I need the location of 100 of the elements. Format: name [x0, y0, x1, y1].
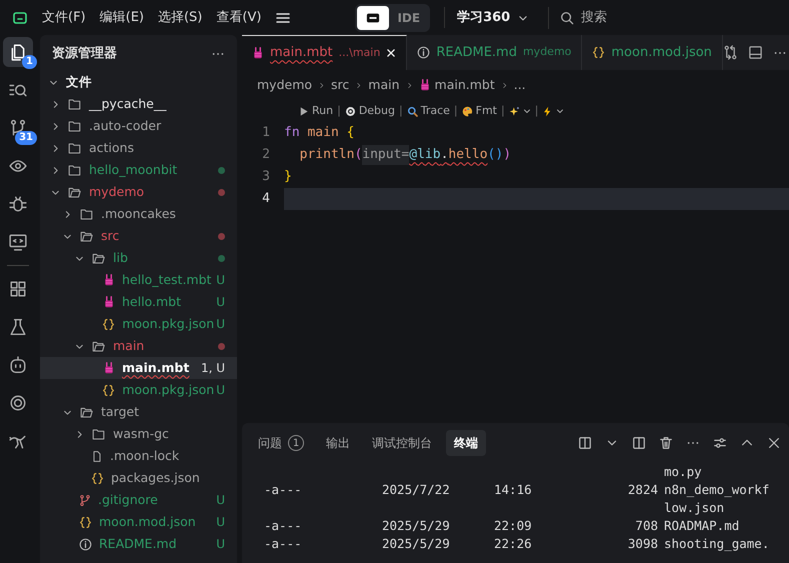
rabbit-icon [252, 46, 264, 60]
line-number: 3 [261, 168, 271, 186]
breadcrumb-item[interactable]: main.mbt [418, 76, 495, 94]
separator: | [534, 102, 538, 119]
breadcrumb-item[interactable]: mydemo [257, 76, 312, 94]
editor-tab[interactable]: main.mbt ...\main [242, 35, 408, 70]
chevron-right-icon [406, 80, 413, 90]
breadcrumb-item[interactable]: src [331, 76, 350, 94]
terminal-text: shooting_game. [664, 535, 770, 553]
breadcrumb-item[interactable]: ... [514, 76, 526, 94]
tree-item[interactable]: .gitignore U [40, 489, 237, 511]
folder-icon [91, 428, 106, 440]
tree-item[interactable]: packages.json [40, 467, 237, 489]
menu-item[interactable]: 查看(V) [216, 8, 262, 28]
breadcrumb-item[interactable]: main [368, 76, 400, 94]
tree-item[interactable]: target [40, 401, 237, 423]
sparkle-icon [508, 106, 520, 116]
tree-item[interactable]: main.mbt 1, U [40, 357, 237, 379]
robot-icon [9, 356, 27, 374]
tree-item[interactable]: moon.pkg.json U [40, 313, 237, 335]
panel-title: 资源管理器 [52, 45, 117, 64]
separator: | [337, 102, 341, 119]
close-icon[interactable] [767, 436, 781, 450]
braces-icon [592, 46, 606, 59]
tree-item[interactable]: actions [40, 137, 237, 159]
section-header[interactable]: 文件 [40, 71, 237, 93]
tree-item[interactable]: README.md U [40, 533, 237, 555]
code-lens-action[interactable]: Trace [406, 102, 450, 120]
open-folder-icon [79, 406, 94, 418]
monitor-icon [9, 233, 27, 251]
app-logo-icon [12, 10, 28, 26]
split-terminal-icon[interactable] [578, 436, 592, 450]
controller-icon [365, 11, 382, 26]
rabbit-icon [103, 273, 115, 287]
tree-item[interactable]: moon.mod.json U [40, 511, 237, 533]
tree-item[interactable]: hello.mbt U [40, 291, 237, 313]
tree-item[interactable]: mydemo [40, 181, 237, 203]
terminal-text: low.json [664, 499, 726, 517]
terminal-text: mo.py [664, 463, 703, 481]
panel-tab[interactable]: 问题 1 [250, 430, 312, 456]
open-folder-icon [67, 186, 82, 198]
terminal-text: n8n_demo_workf [664, 481, 770, 499]
panel-tab[interactable]: 终端 [446, 430, 486, 456]
tree-item[interactable]: main [40, 335, 237, 357]
terminal-text: 2824 [626, 481, 659, 499]
folder-icon [67, 98, 82, 110]
code-lens-action[interactable]: Debug [344, 102, 395, 120]
braces-icon [102, 384, 116, 396]
folder-icon [67, 142, 82, 154]
count-badge: 1 [288, 435, 304, 451]
separator: | [399, 102, 403, 119]
line-number: 1 [261, 124, 271, 142]
ide-icon-toggle[interactable] [357, 6, 390, 30]
panel-tab[interactable]: 调试控制台 [364, 430, 440, 456]
braces-icon [91, 472, 104, 484]
sliders-icon[interactable] [713, 436, 727, 450]
tree-item[interactable]: hello_moonbit [40, 159, 237, 181]
chevron-right-icon [355, 80, 362, 90]
chevron-right-icon [318, 80, 326, 90]
tree-item[interactable]: moon.pkg.json U [40, 379, 237, 401]
tree-item[interactable]: .moon-lock [40, 445, 237, 467]
menu-item[interactable]: 编辑(E) [100, 8, 144, 28]
terminal-text: 14:16 [494, 481, 533, 499]
code-lens-action[interactable] [542, 106, 564, 116]
code-lens-action[interactable]: Fmt [462, 102, 497, 120]
info-icon [79, 538, 92, 550]
terminal-text: 2025/5/29 [382, 535, 451, 553]
panel-layout-icon[interactable] [748, 45, 763, 60]
tree-item[interactable]: __pycache__ [40, 93, 237, 115]
split-icon[interactable] [632, 436, 646, 450]
panel-tab[interactable]: 输出 [318, 430, 358, 456]
terminal-text: -a--- [264, 535, 303, 553]
trash-icon[interactable] [659, 436, 673, 450]
search-icon [560, 10, 574, 24]
folder-icon [67, 164, 82, 176]
compare-icon[interactable] [722, 45, 738, 60]
line-number: 2 [261, 146, 271, 164]
search-icon [406, 106, 418, 116]
close-icon[interactable] [386, 48, 396, 58]
terminal-text: -a--- [264, 517, 303, 535]
tree-item[interactable]: .mooncakes [40, 203, 237, 225]
code-lens-action[interactable]: Run [298, 102, 334, 120]
rabbit-icon [418, 78, 431, 92]
tree-item[interactable]: wasm-gc [40, 423, 237, 445]
tree-item[interactable]: lib [40, 247, 237, 269]
rabbit-icon [103, 361, 115, 375]
tree-item[interactable]: hello_test.mbt U [40, 269, 237, 291]
tree-item[interactable]: src [40, 225, 237, 247]
tree-item[interactable]: .auto-coder [40, 115, 237, 137]
folder-icon [79, 208, 94, 220]
terminal-text: 22:26 [494, 535, 533, 553]
chevron-right-icon [500, 80, 508, 90]
play-icon [298, 106, 309, 116]
code-lens-action[interactable] [508, 106, 531, 116]
search-field[interactable]: 搜索 [548, 6, 688, 28]
menu-item[interactable]: 选择(S) [158, 8, 202, 28]
menu-item[interactable]: 文件(F) [42, 8, 86, 28]
workspace-dropdown[interactable]: 学习360 [444, 6, 534, 28]
terminal-text: 2025/5/29 [382, 517, 451, 535]
braces-icon [102, 318, 116, 330]
